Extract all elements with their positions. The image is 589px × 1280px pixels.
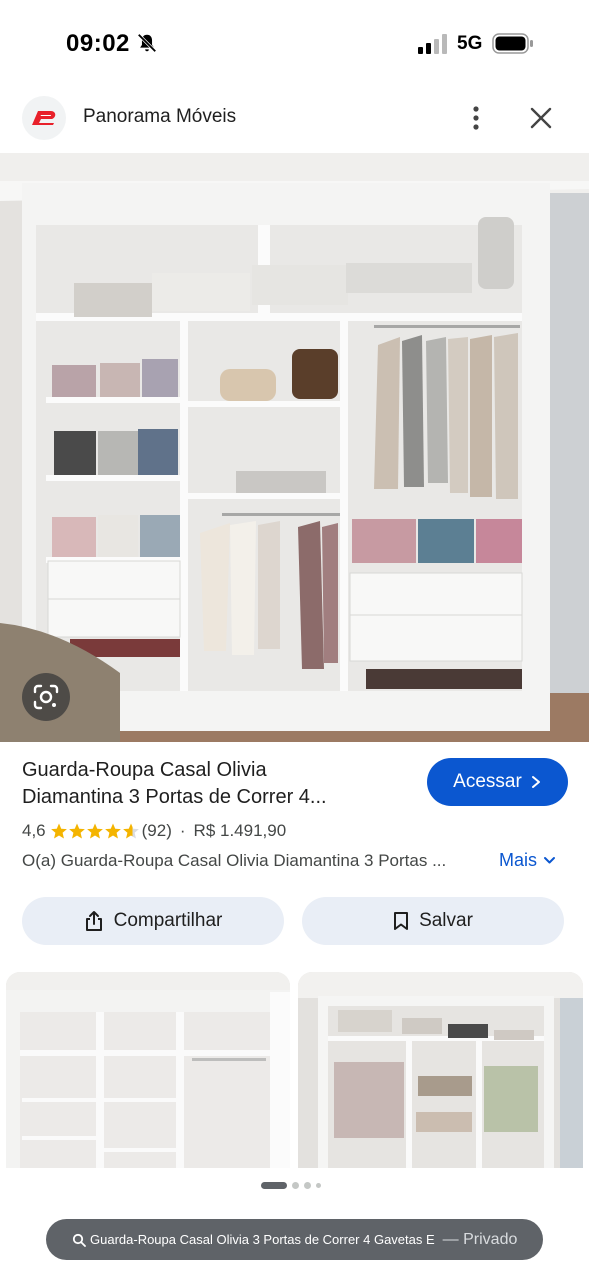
- star-icon: [68, 823, 85, 839]
- private-label: — Privado: [442, 1230, 518, 1248]
- half-star-icon: [122, 823, 139, 839]
- rating-value: 4,6: [22, 821, 46, 840]
- battery-icon: [492, 33, 533, 54]
- product-image[interactable]: [0, 153, 589, 742]
- save-button-label: Salvar: [419, 910, 473, 931]
- address-bar[interactable]: Guarda-Roupa Casal Olivia 3 Portas de Co…: [46, 1219, 543, 1260]
- status-bar: 09:02 5G: [0, 0, 589, 88]
- status-time: 09:02: [66, 30, 130, 57]
- related-wardrobe-empty: [6, 972, 290, 1168]
- pager-dot[interactable]: [316, 1182, 321, 1188]
- lens-button[interactable]: [22, 673, 70, 721]
- pager-dot[interactable]: [304, 1181, 311, 1189]
- separator: ·: [179, 821, 186, 840]
- source-name[interactable]: Panorama Móveis: [83, 106, 236, 128]
- network-label: 5G: [457, 33, 483, 54]
- wardrobe-illustration: [0, 153, 589, 742]
- image-pager: [261, 1180, 321, 1190]
- save-button[interactable]: Salvar: [302, 897, 564, 945]
- more-vert-icon[interactable]: [464, 104, 488, 132]
- star-rating: [50, 822, 140, 840]
- price: R$ 1.491,90: [193, 821, 287, 840]
- product-description: O(a) Guarda-Roupa Casal Olivia Diamantin…: [22, 851, 447, 870]
- pager-dot-active[interactable]: [261, 1181, 287, 1189]
- address-text: Guarda-Roupa Casal Olivia 3 Portas de Co…: [90, 1232, 435, 1247]
- related-image[interactable]: [6, 972, 290, 1168]
- share-icon: [85, 911, 102, 931]
- star-icon: [86, 823, 103, 839]
- visit-button[interactable]: Acessar: [427, 758, 568, 806]
- product-title[interactable]: Guarda-Roupa Casal Olivia Diamantina 3 P…: [22, 757, 402, 811]
- share-button-label: Compartilhar: [113, 910, 223, 931]
- related-image[interactable]: [298, 972, 583, 1168]
- visit-button-label: Acessar: [453, 771, 522, 792]
- related-wardrobe-full: [298, 972, 583, 1168]
- star-icon: [50, 823, 67, 839]
- review-count: (92): [141, 821, 172, 840]
- chevron-right-icon: [531, 776, 540, 788]
- product-title-line1: Guarda-Roupa Casal Olivia: [22, 759, 267, 781]
- rating-row: 4,6 (92) · R$ 1.491,90: [22, 819, 286, 843]
- product-title-line2: Diamantina 3 Portas de Correr 4...: [22, 786, 327, 808]
- pager-dot[interactable]: [292, 1181, 299, 1189]
- lens-icon: [33, 684, 59, 710]
- star-icon: [104, 823, 121, 839]
- panorama-logo-icon: [32, 111, 56, 125]
- signal-icon: [418, 34, 447, 54]
- close-icon[interactable]: [528, 105, 554, 131]
- search-icon: [72, 1233, 86, 1247]
- bell-off-icon: [137, 33, 157, 53]
- source-header: Panorama Móveis: [0, 92, 589, 144]
- bookmark-icon: [394, 912, 409, 930]
- chevron-down-icon: [544, 857, 556, 864]
- source-logo[interactable]: [22, 96, 66, 140]
- share-button[interactable]: Compartilhar: [22, 897, 284, 945]
- more-button[interactable]: Mais: [499, 850, 556, 871]
- more-button-label: Mais: [499, 850, 538, 870]
